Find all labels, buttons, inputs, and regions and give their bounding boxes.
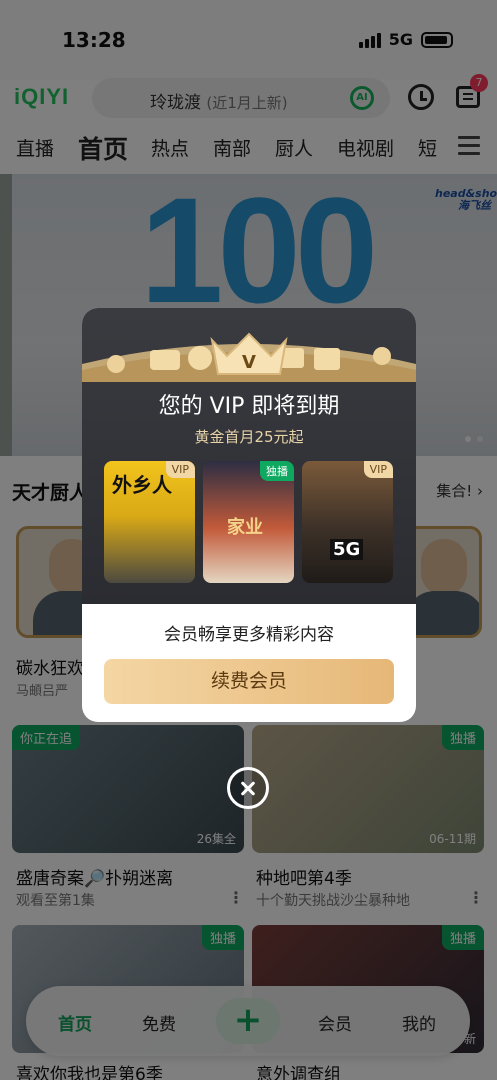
poster-card[interactable]: VIP 外乡人 (104, 461, 195, 583)
poster-card[interactable]: VIP 5G (302, 461, 393, 583)
crown-letter: V (242, 352, 256, 373)
renew-vip-button[interactable]: 续费会员 (104, 659, 394, 704)
exclusive-tag: 独播 (260, 461, 294, 481)
modal-description: 会员畅享更多精彩内容 (164, 625, 334, 645)
vip-tag: VIP (363, 461, 393, 478)
crown-icon: V (82, 332, 416, 382)
poster-card[interactable]: 独播 家业 (203, 461, 294, 583)
poster-title: 家业 (227, 517, 263, 538)
modal-subtitle: 黄金首月25元起 (194, 428, 304, 446)
close-icon[interactable] (227, 767, 269, 809)
poster-title: 外乡人 (112, 473, 172, 497)
modal-title: 您的 VIP 即将到期 (158, 394, 340, 419)
poster-title: 5G (330, 539, 364, 560)
modal-header: V 您的 VIP 即将到期 黄金首月25元起 VIP 外乡人 独播 家业 VIP… (82, 308, 416, 604)
vip-expiry-modal: V 您的 VIP 即将到期 黄金首月25元起 VIP 外乡人 独播 家业 VIP… (82, 308, 416, 722)
